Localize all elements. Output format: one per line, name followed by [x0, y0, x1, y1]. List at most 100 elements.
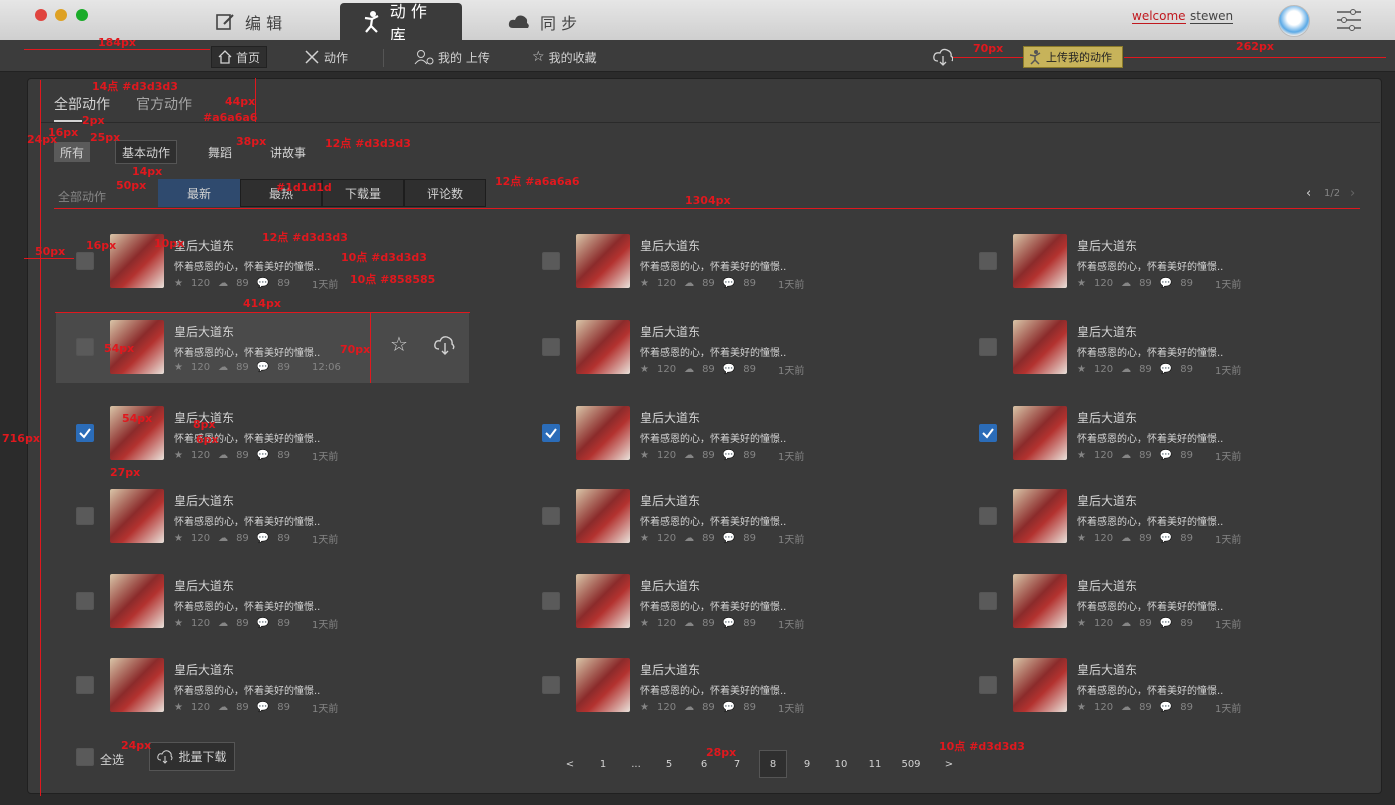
card-checkbox[interactable]	[76, 252, 94, 270]
card-checkbox[interactable]	[542, 592, 560, 610]
card-comments: 89	[277, 702, 290, 713]
page-button[interactable]: 5	[655, 750, 683, 778]
filter-all[interactable]: 所有	[54, 142, 90, 162]
tab-all-motions[interactable]: 全部动作	[54, 94, 110, 114]
motion-card[interactable]: 皇后大道东 怀着感恩的心，怀着美好的憧憬.. ★ 120 ☁ 89 💬 89 1天前	[959, 651, 1373, 721]
page-button[interactable]: ...	[622, 750, 650, 778]
card-meta: ★ 120 ☁ 89 💬 89 1天前	[1077, 616, 1241, 631]
card-checkbox[interactable]	[76, 592, 94, 610]
card-downloads: 89	[236, 702, 249, 713]
nav-my-uploads-label: 我的 上传	[438, 50, 490, 65]
username-link[interactable]: stewen	[1190, 9, 1234, 24]
page-button[interactable]: >	[935, 750, 963, 778]
motion-card[interactable]: 皇后大道东 怀着感恩的心，怀着美好的憧憬.. ★ 120 ☁ 89 💬 89 1天前	[522, 482, 936, 552]
settings-sliders-icon[interactable]	[1335, 8, 1363, 32]
nav-motion[interactable]: 动作	[298, 46, 354, 68]
tab-motion-library[interactable]: 动 作 库	[340, 2, 462, 45]
checkmark-icon	[545, 428, 557, 439]
card-checkbox[interactable]	[76, 676, 94, 694]
card-time: 1天前	[777, 280, 805, 291]
select-all-checkbox[interactable]	[76, 748, 94, 766]
card-checkbox[interactable]	[76, 507, 94, 525]
page-button[interactable]: 509	[897, 750, 925, 778]
nav-favorites[interactable]: ☆ 我的收藏	[526, 46, 603, 68]
card-checkbox[interactable]	[979, 592, 997, 610]
card-title: 皇后大道东	[640, 239, 701, 253]
motion-card[interactable]: 皇后大道东 怀着感恩的心，怀着美好的憧憬.. ★ 120 ☁ 89 💬 89 1天前	[56, 399, 470, 469]
page-button[interactable]: 10	[827, 750, 855, 778]
card-checkbox[interactable]	[979, 424, 997, 442]
motion-card[interactable]: 皇后大道东 怀着感恩的心，怀着美好的憧憬.. ★ 120 ☁ 89 💬 89 1天前	[56, 651, 470, 721]
motion-card[interactable]: 皇后大道东 怀着感恩的心，怀着美好的憧憬.. ★ 120 ☁ 89 💬 89 1天前	[959, 399, 1373, 469]
card-stars: 120	[190, 362, 211, 373]
cloud-download-icon[interactable]	[933, 48, 953, 66]
tab-sync[interactable]: 同 步	[488, 3, 597, 40]
batch-download-button[interactable]: 批量下载	[149, 742, 235, 771]
user-upload-icon	[414, 50, 434, 65]
cloud-icon: ☁	[218, 533, 229, 544]
measure-line	[40, 80, 41, 796]
motion-card[interactable]: 皇后大道东 怀着感恩的心，怀着美好的憧憬.. ★ 120 ☁ 89 💬 89 1天前	[959, 567, 1373, 637]
comment-icon: 💬	[1159, 618, 1173, 629]
sub-navigation	[0, 40, 1395, 72]
card-checkbox[interactable]	[979, 507, 997, 525]
page-button[interactable]: <	[556, 750, 584, 778]
nav-my-uploads[interactable]: 我的 上传	[408, 46, 496, 68]
motion-card[interactable]: 皇后大道东 怀着感恩的心，怀着美好的憧憬.. ★ 120 ☁ 89 💬 89 1天前	[56, 567, 470, 637]
star-icon: ★	[174, 362, 183, 373]
motion-card[interactable]: 皇后大道东 怀着感恩的心，怀着美好的憧憬.. ★ 120 ☁ 89 💬 89 1天前	[522, 567, 936, 637]
batch-download-label: 批量下载	[178, 750, 227, 764]
card-downloads: 89	[702, 278, 715, 289]
motion-card[interactable]: 皇后大道东 怀着感恩的心，怀着美好的憧憬.. ★ 120 ☁ 89 💬 89 1天前	[56, 482, 470, 552]
upload-my-motion-button[interactable]: 上传我的动作	[1023, 46, 1123, 68]
card-checkbox[interactable]	[542, 676, 560, 694]
nav-home-label: 首页	[236, 50, 261, 65]
card-checkbox[interactable]	[542, 338, 560, 356]
tab-edit[interactable]: 编 辑	[195, 3, 302, 40]
card-checkbox[interactable]	[979, 252, 997, 270]
cloud-download-icon[interactable]	[434, 335, 456, 355]
page-button[interactable]: 9	[793, 750, 821, 778]
dancer-icon	[1029, 50, 1041, 65]
minimize-window-icon[interactable]	[55, 9, 67, 21]
card-checkbox[interactable]	[979, 338, 997, 356]
close-window-icon[interactable]	[35, 9, 47, 21]
card-time: 1天前	[1214, 535, 1242, 546]
cloud-icon: ☁	[1121, 364, 1132, 375]
card-time: 1天前	[311, 535, 339, 546]
card-checkbox[interactable]	[76, 338, 94, 356]
motion-card[interactable]: 皇后大道东 怀着感恩的心，怀着美好的憧憬.. ★ 120 ☁ 89 💬 89 1天前	[522, 227, 936, 297]
motion-card[interactable]: 皇后大道东 怀着感恩的心，怀着美好的憧憬.. ★ 120 ☁ 89 💬 89 1天前	[959, 313, 1373, 383]
page-button[interactable]: 8	[759, 750, 787, 778]
measure-annotation: 10点 #858585	[350, 273, 436, 286]
motion-card[interactable]: 皇后大道东 怀着感恩的心，怀着美好的憧憬.. ★ 120 ☁ 89 💬 89 1天前	[522, 399, 936, 469]
avatar[interactable]	[1278, 5, 1310, 37]
filter-dance[interactable]: 舞蹈	[208, 144, 232, 161]
sort-comments[interactable]: 评论数	[404, 179, 486, 207]
next-page-icon[interactable]: ›	[1350, 186, 1355, 201]
motion-card[interactable]: 皇后大道东 怀着感恩的心，怀着美好的憧憬.. ★ 120 ☁ 89 💬 89 1天前	[522, 651, 936, 721]
favorite-star-icon[interactable]: ☆	[390, 332, 408, 356]
filter-story[interactable]: 讲故事	[270, 144, 306, 161]
zoom-window-icon[interactable]	[76, 9, 88, 21]
page-button[interactable]: 11	[861, 750, 889, 778]
card-comments: 89	[743, 702, 756, 713]
measure-annotation: 54px	[104, 342, 135, 355]
page-button[interactable]: 1	[589, 750, 617, 778]
card-checkbox[interactable]	[76, 424, 94, 442]
card-checkbox[interactable]	[542, 252, 560, 270]
motion-card[interactable]: 皇后大道东 怀着感恩的心，怀着美好的憧憬.. ★ 120 ☁ 89 💬 89 1天前	[522, 313, 936, 383]
card-checkbox[interactable]	[979, 676, 997, 694]
sort-downloads[interactable]: 下载量	[322, 179, 404, 207]
filter-basic[interactable]: 基本动作	[115, 140, 177, 164]
tab-official-motions[interactable]: 官方动作	[136, 94, 192, 114]
motion-card[interactable]: 皇后大道东 怀着感恩的心，怀着美好的憧憬.. ★ 120 ☁ 89 💬 89 1天前	[959, 227, 1373, 297]
card-meta: ★ 120 ☁ 89 💬 89 1天前	[640, 276, 804, 291]
card-checkbox[interactable]	[542, 507, 560, 525]
motion-card[interactable]: 皇后大道东 怀着感恩的心，怀着美好的憧憬.. ★ 120 ☁ 89 💬 89 1天前	[959, 482, 1373, 552]
nav-home[interactable]: 首页	[211, 46, 268, 68]
card-comments: 89	[743, 533, 756, 544]
sort-latest[interactable]: 最新	[158, 179, 240, 207]
card-checkbox[interactable]	[542, 424, 560, 442]
prev-page-icon[interactable]: ‹	[1306, 186, 1311, 201]
